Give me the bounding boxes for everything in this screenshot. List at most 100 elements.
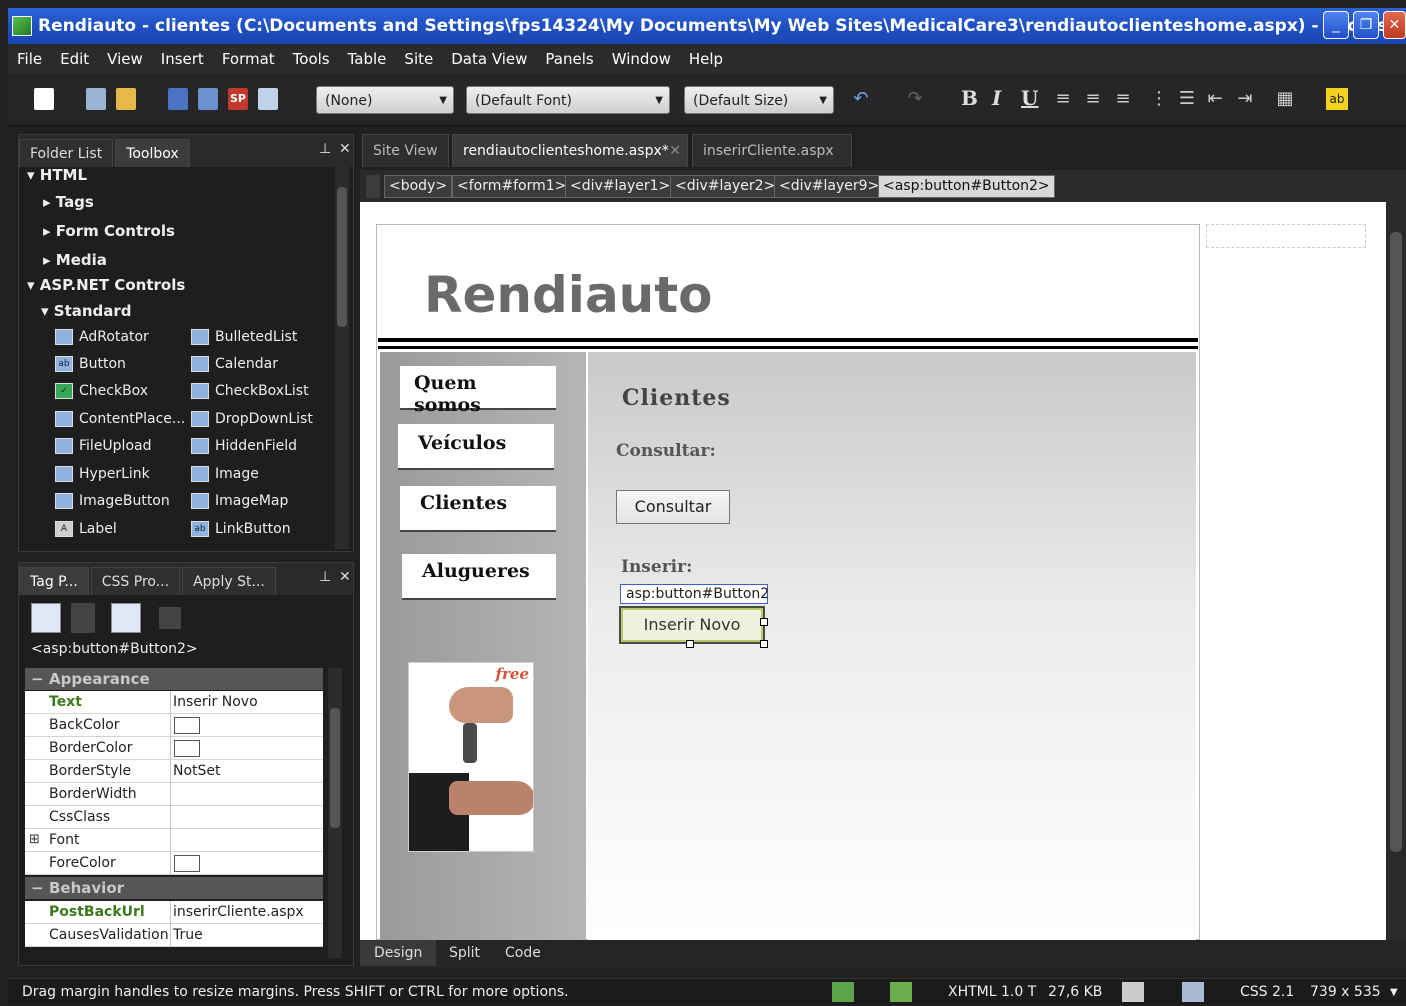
- prop-row-forecolor[interactable]: ForeColor: [25, 852, 323, 875]
- new-page-icon[interactable]: [34, 88, 54, 110]
- prop-row-text[interactable]: Text Inserir Novo: [25, 691, 323, 714]
- nav-alugueres[interactable]: Alugueres: [402, 554, 556, 600]
- schema-icon[interactable]: [1182, 982, 1204, 1002]
- toolbox-linkbutton[interactable]: ab LinkButton: [191, 521, 291, 537]
- nav-clientes[interactable]: Clientes: [400, 486, 556, 532]
- scroll-thumb[interactable]: [1390, 232, 1402, 852]
- undo-icon[interactable]: ↶: [850, 88, 872, 110]
- sort-alphabetical-icon[interactable]: [71, 603, 95, 633]
- close-panel-icon[interactable]: ✕: [339, 141, 351, 157]
- tab-toolbox[interactable]: Toolbox: [115, 139, 190, 167]
- menu-format[interactable]: Format: [213, 50, 284, 68]
- breadcrumb-form[interactable]: <form#form1>: [452, 175, 572, 198]
- tab-inserircliente[interactable]: inserirCliente.aspx: [692, 134, 852, 167]
- menu-data-view[interactable]: Data View: [442, 50, 536, 68]
- menu-help[interactable]: Help: [680, 50, 732, 68]
- prop-row-borderwidth[interactable]: BorderWidth: [25, 783, 323, 806]
- menu-site[interactable]: Site: [395, 50, 442, 68]
- style-application-icon[interactable]: [1122, 982, 1144, 1002]
- toolbox-fileupload[interactable]: FileUpload: [55, 438, 151, 454]
- close-tab-icon[interactable]: ✕: [669, 135, 681, 168]
- prop-row-bordercolor[interactable]: BorderColor: [25, 737, 323, 760]
- tab-folder-list[interactable]: Folder List: [19, 139, 114, 167]
- menu-tools[interactable]: Tools: [284, 50, 339, 68]
- italic-button[interactable]: I: [992, 86, 1001, 110]
- chevron-down-icon[interactable]: ▼: [1390, 979, 1398, 1006]
- nav-quem-somos[interactable]: Quem somos: [400, 366, 556, 416]
- new-document-icon[interactable]: [86, 88, 106, 110]
- align-center-icon[interactable]: ≡: [1082, 88, 1104, 110]
- breadcrumb-layer9[interactable]: <div#layer9>: [774, 175, 885, 198]
- maximize-button[interactable]: ❐: [1353, 11, 1379, 39]
- font-select[interactable]: (Default Font) ▼: [466, 86, 670, 114]
- menu-file[interactable]: File: [8, 50, 51, 68]
- tab-rendiautoclienteshome[interactable]: rendiautoclienteshome.aspx* ✕: [452, 134, 688, 167]
- menu-edit[interactable]: Edit: [51, 50, 98, 68]
- promo-image[interactable]: free: [408, 662, 534, 852]
- menu-window[interactable]: Window: [603, 50, 680, 68]
- decrease-indent-icon[interactable]: ⇤: [1204, 88, 1226, 110]
- prop-row-postbackurl[interactable]: PostBackUrl inserirCliente.aspx: [25, 901, 323, 924]
- menu-table[interactable]: Table: [339, 50, 396, 68]
- font-size-select[interactable]: (Default Size) ▼: [684, 86, 834, 114]
- tree-tags[interactable]: ▸ Tags: [43, 193, 94, 211]
- toolbox-button[interactable]: ab Button: [55, 356, 126, 372]
- toolbox-imagemap[interactable]: ImageMap: [191, 493, 288, 509]
- inserir-novo-button[interactable]: Inserir Novo: [619, 606, 765, 644]
- bulleted-list-icon[interactable]: ☰: [1176, 88, 1198, 110]
- tab-apply-styles[interactable]: Apply St...: [182, 567, 276, 595]
- prop-row-backcolor[interactable]: BackColor: [25, 714, 323, 737]
- toolbox-hiddenfield[interactable]: HiddenField: [191, 438, 297, 454]
- css-level-indicator[interactable]: CSS 2.1: [1240, 979, 1294, 1006]
- pin-icon[interactable]: ⊥: [319, 569, 331, 585]
- prop-row-borderstyle[interactable]: BorderStyle NotSet: [25, 760, 323, 783]
- align-left-icon[interactable]: ≡: [1052, 88, 1074, 110]
- prop-row-causesvalidation[interactable]: CausesValidation True: [25, 924, 323, 947]
- toolbox-dropdownlist[interactable]: DropDownList: [191, 411, 313, 427]
- borders-icon[interactable]: ▦: [1274, 88, 1296, 110]
- toolbox-label[interactable]: A Label: [55, 521, 117, 537]
- categorized-view-icon[interactable]: [31, 603, 61, 633]
- toolbox-hyperlink[interactable]: HyperLink: [55, 466, 150, 482]
- menu-panels[interactable]: Panels: [536, 50, 602, 68]
- tab-css-properties[interactable]: CSS Pro...: [90, 567, 181, 595]
- color-swatch[interactable]: [174, 740, 200, 757]
- scroll-thumb[interactable]: [330, 708, 340, 828]
- page-dimensions[interactable]: 739 x 535: [1310, 979, 1381, 1006]
- breadcrumb-layer1[interactable]: <div#layer1>: [565, 175, 676, 198]
- prop-row-font[interactable]: ⊞ Font: [25, 829, 323, 852]
- scroll-thumb[interactable]: [337, 187, 347, 327]
- tree-form-controls[interactable]: ▸ Form Controls: [43, 222, 175, 240]
- properties-scrollbar[interactable]: [328, 668, 342, 958]
- toolbox-adrotator[interactable]: AdRotator: [55, 329, 149, 345]
- category-appearance[interactable]: − Appearance: [25, 668, 323, 690]
- style-select[interactable]: (None) ▼: [316, 86, 454, 114]
- tree-standard[interactable]: ▾ Standard: [41, 302, 132, 320]
- preview-in-browser-icon[interactable]: [258, 88, 278, 110]
- editor-vertical-scrollbar[interactable]: [1386, 202, 1406, 940]
- tree-html[interactable]: ▾ HTML: [27, 166, 87, 184]
- highlight-icon[interactable]: ab: [1326, 88, 1348, 110]
- save-icon[interactable]: [168, 88, 188, 110]
- tab-tag-properties[interactable]: Tag P...: [19, 567, 89, 595]
- toolbox-bulletedlist[interactable]: BulletedList: [191, 329, 297, 345]
- sharepoint-icon[interactable]: SP: [228, 88, 248, 110]
- resize-handle[interactable]: [760, 618, 768, 626]
- numbered-list-icon[interactable]: ⋮: [1148, 88, 1170, 110]
- page-status-icon[interactable]: [832, 982, 854, 1002]
- increase-indent-icon[interactable]: ⇥: [1234, 88, 1256, 110]
- save-all-icon[interactable]: [198, 88, 218, 110]
- visual-aids-icon[interactable]: [890, 982, 912, 1002]
- menu-view[interactable]: View: [98, 50, 152, 68]
- color-swatch[interactable]: [174, 855, 200, 872]
- tab-design[interactable]: Design: [360, 940, 437, 966]
- toolbox-image[interactable]: Image: [191, 466, 259, 482]
- tab-split[interactable]: Split: [435, 940, 494, 966]
- underline-button[interactable]: U: [1021, 86, 1038, 110]
- prop-row-cssclass[interactable]: CssClass: [25, 806, 323, 829]
- consultar-button[interactable]: Consultar: [616, 490, 730, 524]
- open-folder-icon[interactable]: [116, 88, 136, 110]
- toolbox-calendar[interactable]: Calendar: [191, 356, 278, 372]
- events-icon[interactable]: [159, 607, 181, 629]
- resize-handle[interactable]: [686, 640, 694, 648]
